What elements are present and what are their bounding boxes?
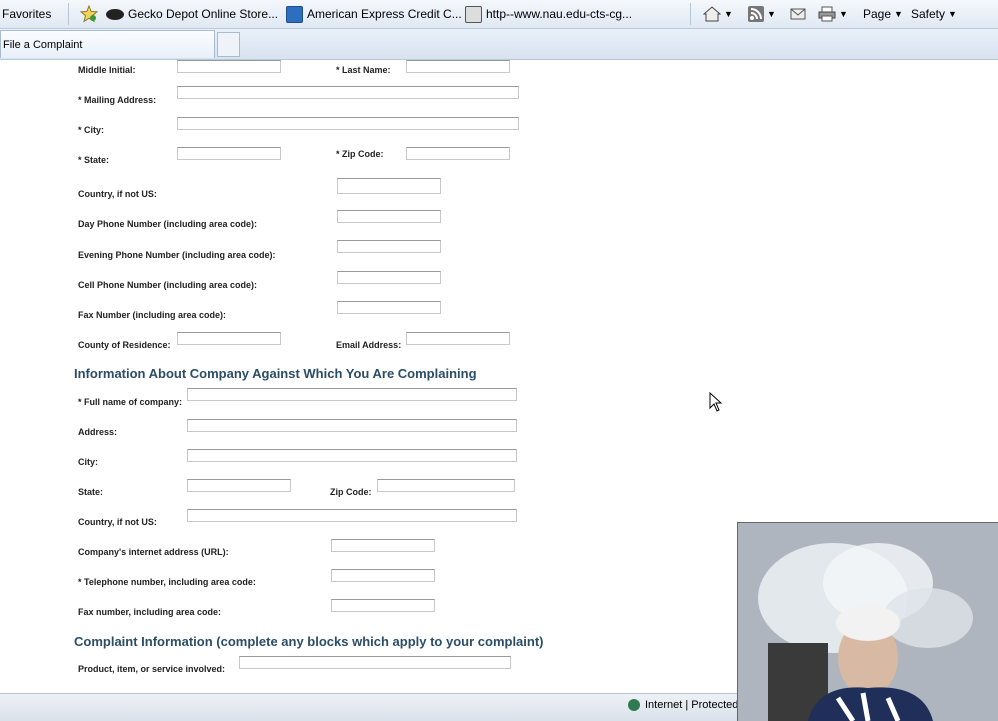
- product-label: Product, item, or service involved:: [78, 664, 226, 674]
- state-input[interactable]: [177, 147, 281, 160]
- webpage-favicon-icon: [465, 5, 482, 23]
- favorites-label: Favorites: [2, 7, 52, 21]
- complaint-section-heading: Complaint Information (complete any bloc…: [74, 634, 544, 649]
- chevron-down-icon: ▼: [894, 9, 903, 19]
- tab-title: File a Complaint: [3, 38, 83, 51]
- security-zone[interactable]: Internet | Protected: [628, 699, 738, 711]
- city-input[interactable]: [177, 117, 519, 130]
- email-label: Email Address:: [336, 340, 402, 350]
- star-add-icon: [80, 5, 98, 23]
- zip-code-label: * Zip Code:: [336, 149, 384, 159]
- fax-label: Fax Number (including area code):: [78, 310, 227, 320]
- new-tab-button[interactable]: [217, 32, 240, 57]
- tab-bar: File a Complaint: [0, 29, 998, 60]
- chevron-down-icon: ▼: [948, 9, 957, 19]
- zip-code-input[interactable]: [406, 147, 510, 160]
- county-label: County of Residence:: [78, 340, 171, 350]
- mailing-address-label: * Mailing Address:: [78, 95, 157, 105]
- presenter-video-image: [738, 523, 998, 721]
- read-mail-button[interactable]: [790, 5, 806, 23]
- toolbar-separator: [68, 3, 69, 25]
- fav-link-label: http--www.nau.edu-cts-cg...: [486, 7, 633, 21]
- tab-file-a-complaint[interactable]: File a Complaint: [0, 30, 215, 58]
- day-phone-input[interactable]: [337, 210, 441, 223]
- home-button[interactable]: ▼: [703, 5, 733, 23]
- page-menu-label: Page: [863, 7, 892, 21]
- favorites-button[interactable]: Favorites: [2, 5, 51, 23]
- home-icon: [703, 6, 721, 22]
- company-city-input[interactable]: [187, 449, 517, 462]
- webcam-overlay: [737, 522, 998, 721]
- county-input[interactable]: [177, 332, 281, 345]
- safety-menu-label: Safety: [911, 7, 946, 21]
- country-input[interactable]: [337, 178, 441, 194]
- middle-initial-label: Middle Initial:: [78, 65, 136, 75]
- company-fax-label: Fax number, including area code:: [78, 607, 222, 617]
- company-url-label: Company's internet address (URL):: [78, 547, 229, 557]
- amex-favicon-icon: [286, 5, 303, 23]
- fav-link-nau[interactable]: http--www.nau.edu-cts-cg...: [465, 5, 632, 23]
- company-zip-input[interactable]: [377, 479, 515, 492]
- company-address-label: Address:: [78, 427, 118, 437]
- company-zip-label: Zip Code:: [330, 487, 372, 497]
- print-button[interactable]: ▼: [818, 5, 848, 23]
- last-name-input[interactable]: [406, 60, 510, 73]
- company-phone-input[interactable]: [331, 569, 435, 582]
- state-label: * State:: [78, 155, 110, 165]
- company-country-input[interactable]: [187, 509, 517, 522]
- fav-link-label: Gecko Depot Online Store...: [128, 7, 279, 21]
- product-input[interactable]: [239, 656, 511, 669]
- day-phone-label: Day Phone Number (including area code):: [78, 219, 258, 229]
- fav-link-label: American Express Credit C...: [307, 7, 462, 21]
- company-name-label: * Full name of company:: [78, 397, 183, 407]
- fax-input[interactable]: [337, 301, 441, 314]
- feeds-button[interactable]: ▼: [748, 5, 776, 23]
- cell-phone-label: Cell Phone Number (including area code):: [78, 280, 258, 290]
- cell-phone-input[interactable]: [337, 271, 441, 284]
- last-name-label: * Last Name:: [336, 65, 391, 75]
- mail-icon: [790, 8, 806, 20]
- mailing-address-input[interactable]: [177, 86, 519, 99]
- printer-icon: [818, 6, 836, 22]
- add-favorite-button[interactable]: [80, 5, 98, 23]
- globe-icon: [628, 699, 640, 711]
- fav-link-amex[interactable]: American Express Credit C...: [286, 5, 462, 23]
- gecko-favicon-icon: [106, 8, 124, 20]
- company-name-input[interactable]: [187, 388, 517, 401]
- fav-link-gecko[interactable]: Gecko Depot Online Store...: [106, 5, 278, 23]
- company-country-label: Country, if not US:: [78, 517, 157, 527]
- favorites-bar: Favorites Gecko Depot Online Store... Am…: [0, 0, 998, 29]
- safety-menu[interactable]: Safety ▼: [911, 5, 957, 23]
- mouse-cursor-icon: [709, 392, 723, 412]
- country-label: Country, if not US:: [78, 189, 157, 199]
- company-state-label: State:: [78, 487, 104, 497]
- company-url-input[interactable]: [331, 539, 435, 552]
- company-state-input[interactable]: [187, 479, 291, 492]
- rss-feed-icon: [748, 6, 764, 22]
- evening-phone-label: Evening Phone Number (including area cod…: [78, 250, 276, 260]
- evening-phone-input[interactable]: [337, 240, 441, 253]
- security-zone-label: Internet | Protected: [645, 699, 739, 711]
- company-section-heading: Information About Company Against Which …: [74, 366, 477, 381]
- middle-initial-input[interactable]: [177, 60, 281, 73]
- city-label: * City:: [78, 125, 105, 135]
- page-menu[interactable]: Page ▼: [863, 5, 903, 23]
- toolbar-separator: [690, 3, 691, 25]
- company-city-label: City:: [78, 457, 98, 467]
- email-input[interactable]: [406, 332, 510, 345]
- company-phone-label: * Telephone number, including area code:: [78, 577, 256, 587]
- company-address-input[interactable]: [187, 419, 517, 432]
- company-fax-input[interactable]: [331, 599, 435, 612]
